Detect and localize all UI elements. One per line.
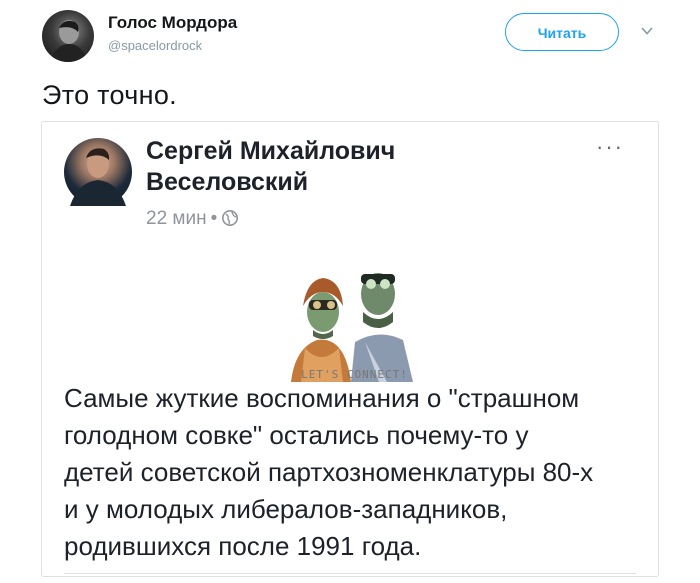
post-author-avatar-image: [70, 148, 126, 206]
author-avatar[interactable]: [42, 10, 94, 62]
follow-button[interactable]: Читать: [505, 13, 619, 51]
author-avatar-image: [50, 20, 88, 62]
post-author-name-line1: Сергей Михайлович: [146, 137, 396, 165]
meta-separator: •: [210, 208, 218, 229]
globe-icon: [222, 210, 239, 226]
author-name[interactable]: Голос Мордора: [108, 13, 237, 33]
post-text-line: и у молодых либералов-западников,: [64, 494, 508, 524]
embedded-post-card[interactable]: Сергей Михайлович Веселовский 22 мин • ··…: [41, 121, 659, 577]
more-options-button[interactable]: ···: [596, 134, 624, 160]
post-author-avatar[interactable]: [64, 138, 132, 206]
tweet-text: Это точно.: [42, 80, 177, 110]
post-meta: 22 мин •: [146, 208, 239, 230]
post-text-line: детей советской партхозноменклатуры 80-х: [64, 457, 594, 487]
author-handle[interactable]: @spacelordrock: [108, 38, 202, 53]
post-image: [291, 273, 413, 382]
card-divider: [64, 573, 636, 574]
post-time[interactable]: 22 мин: [146, 208, 207, 229]
post-text-line: родившихся после 1991 года.: [64, 531, 422, 561]
post-author-name-line2: Веселовский: [146, 168, 309, 196]
post-text-line: Самые жуткие воспоминания о "страшном: [64, 383, 580, 413]
chevron-down-icon[interactable]: [640, 24, 654, 38]
post-text: Самые жуткие воспоминания о "страшном го…: [64, 380, 644, 565]
post-text-line: голодном совке" остались почему-то у: [64, 420, 529, 450]
post-author-name[interactable]: Сергей Михайлович Веселовский: [146, 136, 395, 198]
